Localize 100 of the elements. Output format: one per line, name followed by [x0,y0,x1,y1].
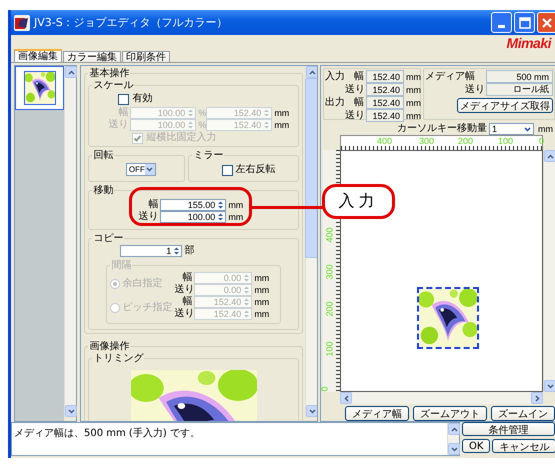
tab[interactable]: カラー編集 [63,51,121,62]
field-label: 幅 [181,272,194,284]
group-title: 間隔 [110,260,132,271]
group-title: 基本操作 [88,68,130,79]
scrollbar[interactable] [447,423,459,455]
number-field[interactable]: 155.00 [160,199,226,211]
chevron-down-icon [546,384,554,388]
field-label: 幅 [181,296,194,308]
ruler-label: 400 [377,136,392,146]
chevron-up-icon [450,426,458,432]
value-field: 500 mm [486,70,553,83]
close-icon [540,16,552,28]
ruler-label: 0 [539,136,544,146]
scroll-up-button[interactable] [65,66,78,78]
value-field: 152.40 [366,83,404,96]
scroll-right-button[interactable] [531,392,543,404]
scroll-down-button[interactable] [448,443,460,455]
number-field[interactable]: 100.00 [160,211,226,223]
group-title: 移動 [92,185,114,196]
chevron-up-icon [68,70,75,74]
dropdown[interactable]: 1 [489,123,534,135]
window-title: JV3-S：ジョブエディタ（フルカラー） [34,15,228,30]
group-title: コピー [92,233,124,244]
scroll-left-button[interactable] [340,392,352,404]
chevron-right-icon [534,394,540,402]
close-button[interactable] [537,12,555,33]
chevron-down-icon [68,408,75,414]
scrollbar[interactable] [543,150,555,392]
scrollbar[interactable] [305,66,317,417]
tab[interactable]: 画像編集 [14,49,62,62]
checkbox-label: 縦横比固定入力 [146,132,216,144]
field-label: 送り [107,119,130,131]
field-label: カーソルキー移動量 [397,123,487,135]
ruler-label: 200 [324,301,335,317]
unit-label: mm [273,120,290,130]
checkbox[interactable] [222,164,233,176]
unit-label: mm [253,273,268,283]
scroll-down-button[interactable] [306,405,317,417]
dropdown[interactable]: OFF [126,163,156,176]
tab[interactable]: 印刷条件 [122,51,170,62]
group-title: スケール [92,80,134,91]
field-label: 幅 [353,96,365,108]
field-label: 幅 [118,107,130,119]
checkbox-label: 有効 [132,93,152,105]
number-field[interactable]: 1 [120,245,182,257]
radio-label: ピッチ指定 [122,302,174,314]
ok-button[interactable]: OK [462,439,490,453]
value-field: ロール紙 [486,83,553,96]
media-size-button[interactable]: メディアサイズ取得 [457,98,553,113]
scrollbar[interactable] [64,66,76,417]
group-title: 画像操作 [88,341,130,352]
canvas-button[interactable]: メディア幅 [345,406,409,421]
scroll-up-button[interactable] [544,150,555,162]
field-label: 送り [465,84,486,96]
callout: 入力 [322,184,395,219]
group-title: トリミング [92,353,144,364]
unit-label: mm [405,110,419,120]
field-label: 幅 [148,199,160,211]
group-title: 回転 [92,150,114,161]
canvas-button[interactable]: ズームイン [491,406,555,421]
thumbnail[interactable] [15,66,64,110]
field-label: 送り [174,284,194,296]
unit-label: mm [537,124,553,134]
group-label: メディア [425,70,465,82]
unit-label: mm [253,285,268,295]
field-label: 幅 [465,70,476,82]
ruler-label: 200 [458,136,474,146]
scroll-up-button[interactable] [306,66,317,78]
canvas-button[interactable]: ズームアウト [413,406,487,421]
value-field: 152.40 [366,109,404,122]
field-label: 送り [345,84,366,96]
brand-logo: Mimaki [506,35,551,50]
unit-label: mm [253,297,268,307]
scroll-up-button[interactable] [448,423,460,435]
spin-button[interactable] [217,212,224,222]
ruler-label: 0 [320,386,330,392]
chevron-down-icon [524,126,531,132]
minimize-icon [498,25,505,28]
leader-line [252,206,324,209]
condition-manage-button[interactable]: 条件管理 [462,422,555,436]
cancel-button[interactable]: キャンセル [492,439,555,453]
scroll-down-button[interactable] [544,380,555,392]
unit-label: mm [253,309,268,319]
scroll-thumb[interactable] [305,78,317,258]
unit-label: 部 [183,245,194,257]
minimize-button[interactable] [491,12,512,33]
ruler-label: 400 [324,227,335,243]
field-label: 送り [137,211,160,223]
checkbox-label: 左右反転 [236,164,276,176]
spin-button[interactable] [217,200,224,210]
scrollbar[interactable] [340,392,543,404]
chevron-left-icon [344,394,348,402]
unit-label: mm [405,72,419,82]
chevron-down-icon [450,446,458,452]
unit-label: mm [273,108,290,118]
image-frame[interactable] [417,287,479,349]
spin-button[interactable] [173,246,180,256]
maximize-button[interactable] [514,12,535,33]
scroll-down-button[interactable] [65,405,78,417]
chevron-up-icon [546,154,554,158]
